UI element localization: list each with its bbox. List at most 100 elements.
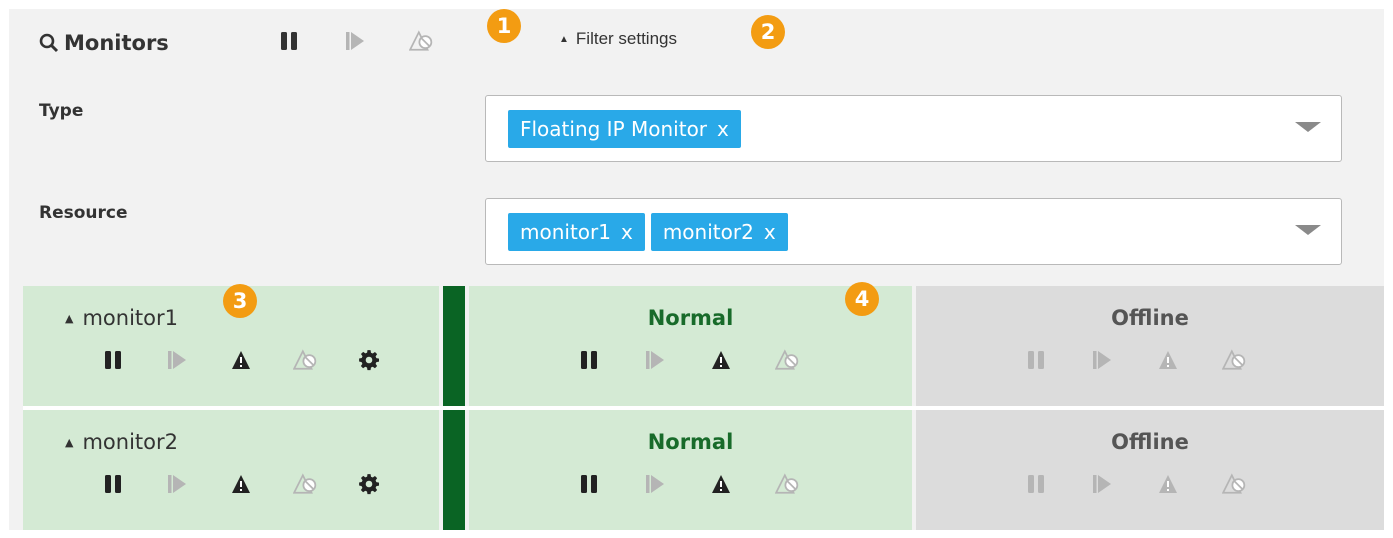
resource-filter-label: Resource xyxy=(39,203,128,223)
unsuspend-warning-button[interactable] xyxy=(1220,470,1248,498)
pause-icon xyxy=(103,350,123,370)
monitor-name-cell: ▲ monitor1 3 xyxy=(23,284,439,406)
dropdown-caret-icon[interactable] xyxy=(1295,225,1321,235)
resume-button[interactable] xyxy=(1088,470,1116,498)
pause-button[interactable] xyxy=(99,346,127,374)
monitors-header: Monitors 1 ▲ Filter settings 2 xyxy=(9,9,1384,71)
monitor-status-cell: Normal 4 xyxy=(469,282,912,406)
pause-icon xyxy=(103,474,123,494)
resume-icon xyxy=(167,474,187,494)
type-chip: Floating IP Monitor x xyxy=(508,110,741,148)
monitor-name-cell: ▲ monitor2 xyxy=(23,410,439,530)
remove-resource-chip-button[interactable]: x xyxy=(764,220,776,244)
warning-icon xyxy=(230,474,252,494)
resource-chip-label: monitor2 xyxy=(662,220,754,244)
status-bar xyxy=(443,410,465,530)
warning-icon xyxy=(710,474,732,494)
resume-button[interactable] xyxy=(641,470,669,498)
monitor-status-cell: Normal xyxy=(469,410,912,530)
resource-filter-select[interactable]: monitor1 x monitor2 x xyxy=(485,198,1342,265)
resource-chip-label: monitor1 xyxy=(520,220,611,244)
resume-button[interactable] xyxy=(1088,346,1116,374)
unsuspend-warning-button[interactable] xyxy=(1220,346,1248,374)
suspend-warning-button[interactable] xyxy=(1154,346,1182,374)
remove-type-chip-button[interactable]: x xyxy=(717,117,729,141)
resume-icon xyxy=(167,350,187,370)
unsuspend-warning-button[interactable] xyxy=(773,470,801,498)
unsuspend-warning-icon xyxy=(775,349,799,371)
pause-button[interactable] xyxy=(575,346,603,374)
suspend-warning-button[interactable] xyxy=(707,346,735,374)
resume-button[interactable] xyxy=(163,470,191,498)
status-actions xyxy=(575,346,801,374)
page-title-text: Monitors xyxy=(64,31,169,55)
type-filter-select[interactable]: Floating IP Monitor x xyxy=(485,95,1342,162)
unsuspend-warning-button[interactable] xyxy=(291,346,319,374)
monitor-status: Normal xyxy=(647,430,734,454)
gear-icon xyxy=(358,349,380,371)
pause-icon xyxy=(579,350,599,370)
unsuspend-warning-button[interactable] xyxy=(773,346,801,374)
monitor-name-toggle[interactable]: ▲ monitor1 xyxy=(65,306,178,330)
resume-all-button[interactable] xyxy=(341,27,369,55)
pause-button[interactable] xyxy=(99,470,127,498)
settings-button[interactable] xyxy=(355,470,383,498)
remove-resource-chip-button[interactable]: x xyxy=(621,220,633,244)
status-actions xyxy=(575,470,801,498)
search-icon xyxy=(39,33,59,53)
callout-badge-2: 2 xyxy=(751,15,785,49)
suspend-warning-button[interactable] xyxy=(1154,470,1182,498)
pause-icon xyxy=(1026,474,1046,494)
pause-icon xyxy=(279,31,299,51)
unsuspend-warning-icon xyxy=(293,473,317,495)
collapse-triangle-icon: ▲ xyxy=(65,311,74,325)
resume-icon xyxy=(645,350,665,370)
pause-all-button[interactable] xyxy=(275,27,303,55)
monitor-actions xyxy=(99,346,383,374)
type-filter-label: Type xyxy=(39,101,84,121)
filter-settings-toggle[interactable]: ▲ Filter settings xyxy=(559,29,677,49)
unsuspend-warning-icon xyxy=(1222,473,1246,495)
resume-icon xyxy=(1092,350,1112,370)
server-status: Offline xyxy=(1111,306,1189,330)
pause-button[interactable] xyxy=(575,470,603,498)
pause-icon xyxy=(579,474,599,494)
unsuspend-warning-all-button[interactable] xyxy=(407,27,435,55)
callout-badge-1: 1 xyxy=(487,9,521,43)
warning-icon xyxy=(710,350,732,370)
server-status-cell: Offline xyxy=(916,410,1384,530)
monitor-actions xyxy=(99,470,383,498)
server-status-cell: Offline xyxy=(916,286,1384,406)
monitors-panel: Monitors 1 ▲ Filter settings 2 Type Floa… xyxy=(9,9,1384,530)
monitor-name: monitor1 xyxy=(82,306,178,330)
monitor-row: ▲ monitor1 3 Normal 4 Offline xyxy=(23,282,1384,406)
monitor-status: Normal xyxy=(647,306,734,330)
dropdown-caret-icon[interactable] xyxy=(1295,122,1321,132)
resume-button[interactable] xyxy=(163,346,191,374)
warning-icon xyxy=(1157,474,1179,494)
filter-settings-label: Filter settings xyxy=(575,29,677,48)
server-status: Offline xyxy=(1111,430,1189,454)
unsuspend-warning-icon xyxy=(409,30,433,52)
monitor-name-toggle[interactable]: ▲ monitor2 xyxy=(65,430,178,454)
callout-badge-3: 3 xyxy=(223,284,257,318)
resume-button[interactable] xyxy=(641,346,669,374)
settings-button[interactable] xyxy=(355,346,383,374)
type-chip-label: Floating IP Monitor xyxy=(520,117,708,141)
unsuspend-warning-icon xyxy=(775,473,799,495)
warning-icon xyxy=(1157,350,1179,370)
page-title: Monitors xyxy=(39,31,169,55)
gear-icon xyxy=(358,473,380,495)
status-bar xyxy=(443,286,465,406)
monitor-row: ▲ monitor2 Normal Offline xyxy=(23,410,1384,530)
pause-button[interactable] xyxy=(1022,470,1050,498)
unsuspend-warning-button[interactable] xyxy=(291,470,319,498)
resume-icon xyxy=(645,474,665,494)
unsuspend-warning-icon xyxy=(293,349,317,371)
pause-icon xyxy=(1026,350,1046,370)
suspend-warning-button[interactable] xyxy=(227,470,255,498)
suspend-warning-button[interactable] xyxy=(227,346,255,374)
suspend-warning-button[interactable] xyxy=(707,470,735,498)
pause-button[interactable] xyxy=(1022,346,1050,374)
resume-icon xyxy=(1092,474,1112,494)
